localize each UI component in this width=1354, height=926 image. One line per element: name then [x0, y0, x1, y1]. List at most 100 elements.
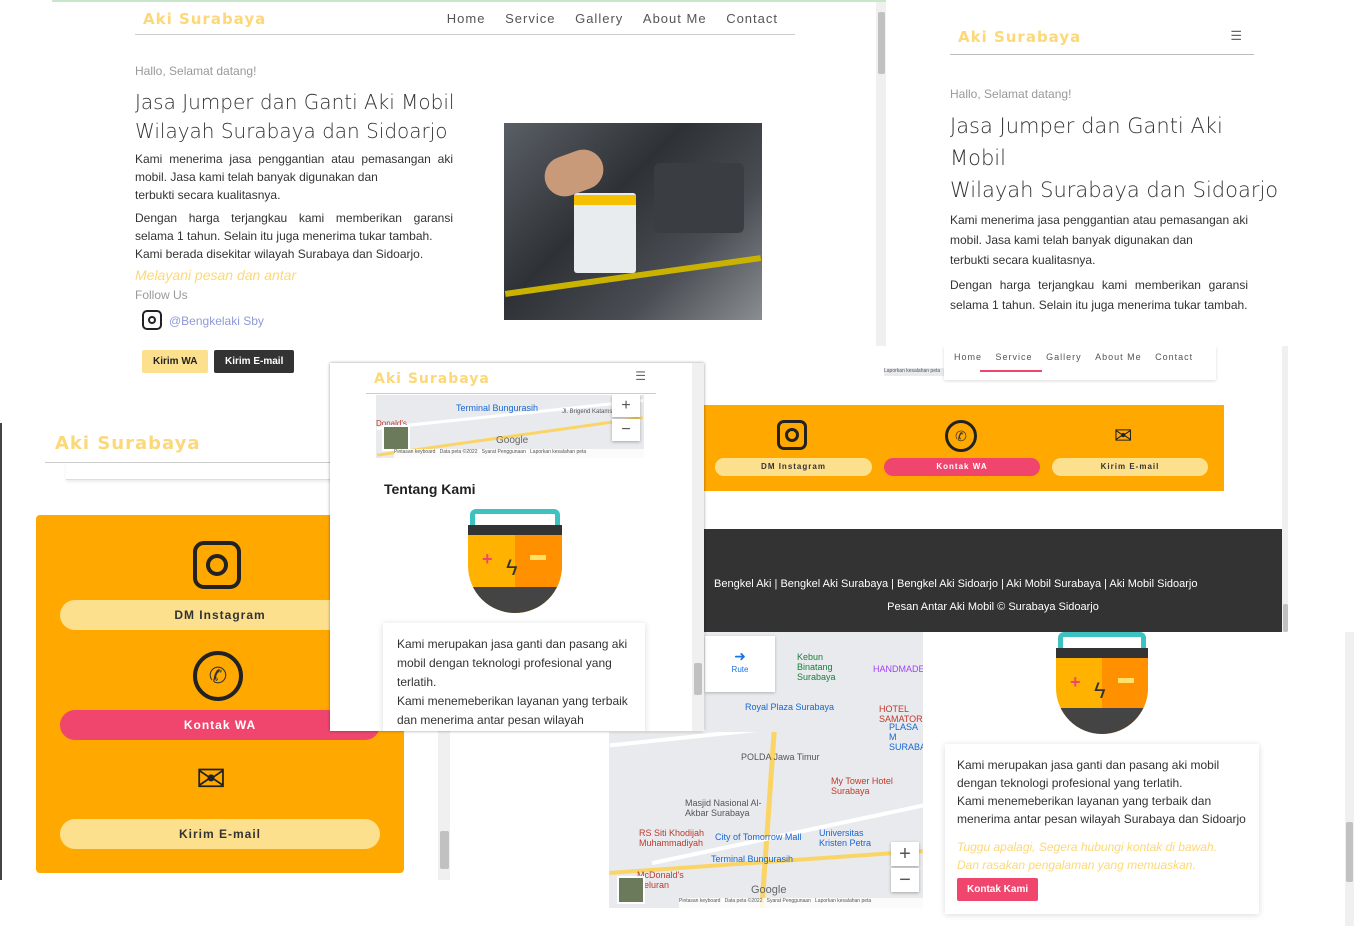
- kirim-email-button[interactable]: Kirim E-mail: [60, 819, 380, 849]
- footer-copyright: Pesan Antar Aki Mobil © Surabaya Sidoarj…: [887, 601, 1099, 613]
- about-text: Kami merupakan jasa ganti dan pasang aki…: [957, 756, 1253, 828]
- scrollbar[interactable]: [1282, 346, 1288, 632]
- mobile-hero-window: Aki Surabaya ☰ Hallo, Selamat datang! Ja…: [886, 0, 1354, 346]
- whatsapp-icon[interactable]: ✆: [193, 651, 243, 701]
- map-poi: RS Siti Khodijah Muhammadiyah: [639, 828, 705, 848]
- scrollbar-thumb[interactable]: [878, 12, 885, 74]
- map-attribution: Pintasan keyboard Data peta ©2022 Syarat…: [394, 449, 644, 458]
- hero-title-line1: Jasa Jumper dan Ganti Aki Mobil: [135, 90, 455, 114]
- brand-logo[interactable]: Aki Surabaya: [55, 433, 201, 454]
- map-poi: HANDMADE: [873, 664, 923, 674]
- map-poi: Universitas Kristen Petra: [819, 828, 872, 848]
- map-poi: Terminal Bungurasih: [456, 403, 539, 413]
- hamburger-menu-icon[interactable]: ☰: [1230, 28, 1242, 44]
- envelope-icon[interactable]: ✉: [1114, 425, 1132, 447]
- follow-label: Follow Us: [135, 288, 188, 302]
- nav-about[interactable]: About Me: [643, 11, 707, 26]
- whatsapp-icon[interactable]: ✆: [945, 420, 977, 452]
- hero-title: Jasa Jumper dan Ganti Aki Mobil Wilayah …: [950, 110, 1278, 206]
- kirim-email-button[interactable]: Kirim E-mail: [214, 350, 295, 373]
- hamburger-menu-icon[interactable]: ☰: [635, 369, 646, 383]
- google-logo: Google: [751, 884, 787, 896]
- map-poi: Masjid Nasional Al-Akbar Surabaya: [685, 798, 762, 818]
- instagram-handle-link[interactable]: @Bengkelaki Sby: [169, 314, 264, 328]
- map-poi: McDonald's Geluran: [637, 870, 684, 890]
- dm-instagram-button[interactable]: DM Instagram: [715, 458, 872, 476]
- nav-home[interactable]: Home: [447, 11, 486, 26]
- route-button[interactable]: ➜ Rute: [705, 636, 775, 692]
- nav-service[interactable]: Service: [996, 352, 1033, 362]
- hero-p1: Kami menerima jasa penggantian atau pema…: [950, 213, 1248, 247]
- hero-text: Kami menerima jasa penggantian atau pema…: [135, 150, 453, 263]
- instagram-icon[interactable]: [777, 420, 807, 450]
- footer: Bengkel Aki | Bengkel Aki Surabaya | Ben…: [704, 529, 1282, 632]
- hero-title-line1: Jasa Jumper dan Ganti Aki: [950, 114, 1223, 138]
- satellite-thumbnail[interactable]: [617, 876, 645, 904]
- hero-p1b: terbukti secara kualitasnya.: [950, 253, 1096, 267]
- desktop-window: Aki Surabaya Home Service Gallery About …: [52, 0, 886, 382]
- nav-menu: Home Service Gallery About Me Contact: [431, 11, 778, 26]
- kontak-kami-button[interactable]: Kontak Kami: [957, 878, 1039, 901]
- kirim-wa-button[interactable]: Kirim WA: [142, 350, 209, 373]
- envelope-icon[interactable]: ✉: [196, 761, 226, 797]
- contact-box: ✆ ✉ DM Instagram Kontak WA Kirim E-mail: [704, 405, 1224, 491]
- scrollbar-thumb[interactable]: [1283, 604, 1288, 632]
- kontak-wa-button[interactable]: Kontak WA: [884, 458, 1040, 476]
- about-title: Tentang Kami: [384, 481, 476, 497]
- hero-title-line2: Wilayah Surabaya dan Sidoarjo: [135, 119, 448, 143]
- about-p1: Kami merupakan jasa ganti dan pasang aki…: [957, 758, 1220, 790]
- hero-text: Kami menerima jasa penggantian atau pema…: [950, 210, 1248, 315]
- instagram-icon[interactable]: [193, 541, 241, 589]
- map-poi: PLASA M SURABA: [889, 722, 923, 752]
- hero-p1b: terbukti secara kualitasnya.: [135, 188, 281, 202]
- about-p1: Kami merupakan jasa ganti dan pasang aki…: [397, 637, 628, 689]
- nav-contact[interactable]: Contact: [1155, 352, 1193, 362]
- hero-p2: Dengan harga terjangkau kami memberikan …: [135, 211, 453, 243]
- brand-logo[interactable]: Aki Surabaya: [374, 371, 490, 387]
- zoom-out-button[interactable]: −: [612, 419, 640, 441]
- map-poi: Kebun Binatang Surabaya: [797, 652, 836, 682]
- secondary-navbar: Home Service Gallery About Me Contact: [944, 346, 1216, 380]
- about-cta: Tuggu apalagi, Segera hubungi kontak di …: [957, 840, 1217, 872]
- scrollbar-thumb[interactable]: [694, 663, 702, 695]
- about-card: Kami merupakan jasa ganti dan pasang aki…: [945, 744, 1259, 914]
- map-poi: My Tower Hotel Surabaya: [831, 776, 893, 796]
- nav-gallery[interactable]: Gallery: [1046, 352, 1082, 362]
- satellite-thumbnail[interactable]: [382, 425, 410, 451]
- about-text: Kami merupakan jasa ganti dan pasang aki…: [397, 635, 637, 731]
- kirim-email-button[interactable]: Kirim E-mail: [1052, 458, 1208, 476]
- hero-photo: [504, 123, 762, 320]
- map-attribution: Pintasan keyboard Data peta ©2022 Syarat…: [679, 898, 923, 908]
- battery-logo: + ϟ: [1056, 632, 1148, 736]
- google-logo: Google: [496, 435, 529, 446]
- scrollbar-thumb[interactable]: [440, 831, 449, 869]
- instagram-icon[interactable]: [142, 310, 162, 330]
- hero-greeting: Hallo, Selamat datang!: [135, 64, 257, 78]
- mobile-about-window: Aki Surabaya ☰ Donald's Terminal Bungura…: [330, 363, 704, 731]
- nav-service[interactable]: Service: [505, 11, 555, 26]
- hero-title-line2: Mobil: [950, 146, 1006, 170]
- map-poi: Jl. Brigend Katamso: [562, 409, 616, 415]
- about-window: ➜ Rute Kebun Binatang Surabaya HANDMADE …: [609, 632, 1354, 926]
- zoom-in-button[interactable]: +: [891, 842, 919, 866]
- nav-contact[interactable]: Contact: [726, 11, 778, 26]
- nav-home[interactable]: Home: [954, 352, 982, 362]
- zoom-out-button[interactable]: −: [891, 868, 919, 892]
- map-poi: POLDA Jawa Timur: [741, 752, 820, 762]
- map-poi: Terminal Bungurasih: [711, 854, 794, 864]
- map-poi: Royal Plaza Surabaya: [745, 702, 835, 712]
- nav-about[interactable]: About Me: [1095, 352, 1142, 362]
- zoom-in-button[interactable]: +: [612, 395, 640, 417]
- nav-underline: [980, 370, 1042, 372]
- directions-icon: ➜: [734, 648, 746, 664]
- brand-logo[interactable]: Aki Surabaya: [958, 28, 1081, 46]
- hero-tagline: Melayani pesan dan antar: [135, 267, 297, 283]
- brand-logo[interactable]: Aki Surabaya: [143, 10, 266, 28]
- map-small[interactable]: Donald's Terminal Bungurasih Jl. Brigend…: [376, 395, 644, 458]
- scrollbar-thumb[interactable]: [1346, 822, 1353, 882]
- map-poi: City of Tomorrow Mall: [715, 832, 802, 842]
- contact-footer-window: Laporkan kesalahan peta Home Service Gal…: [704, 346, 1288, 632]
- nav-gallery[interactable]: Gallery: [575, 11, 623, 26]
- hero-p1: Kami menerima jasa penggantian atau pema…: [135, 152, 453, 184]
- hero-p3: Kami berada disekitar wilayah Surabaya d…: [135, 247, 424, 261]
